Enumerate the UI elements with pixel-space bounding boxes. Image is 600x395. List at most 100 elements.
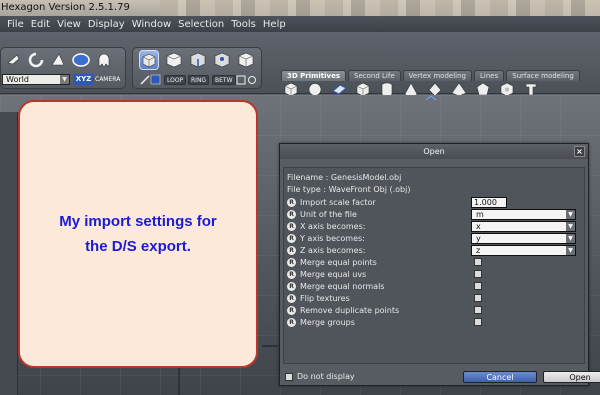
chevron-down-icon: ▼ [566, 246, 575, 255]
menu-window[interactable]: Window [132, 19, 171, 30]
chevron-down-icon: ▼ [566, 234, 575, 243]
reset-badge-icon[interactable]: R [287, 258, 296, 267]
reset-badge-icon[interactable]: R [287, 234, 296, 243]
option-checkbox[interactable] [474, 306, 482, 314]
floor-edge [262, 345, 278, 347]
left-side-panel [0, 112, 18, 395]
cancel-button[interactable]: Cancel [463, 371, 537, 383]
rotate-icon[interactable] [27, 51, 45, 69]
reset-badge-icon[interactable]: R [287, 318, 296, 327]
close-icon[interactable]: × [574, 146, 585, 157]
option-label: Unit of the file [300, 210, 357, 219]
menu-edit[interactable]: Edit [31, 19, 50, 30]
open-dialog: Open × Filename : GenesisModel.obj File … [279, 143, 600, 386]
option-label: Merge equal points [300, 258, 377, 267]
open-button[interactable]: Open [543, 371, 600, 383]
option-row: RY axis becomes: y ▼ [287, 233, 583, 245]
option-row: R Unit of the file m ▼ [287, 209, 583, 221]
option-select[interactable]: x ▼ [471, 221, 576, 232]
option-label: Merge groups [300, 318, 355, 327]
option-checkbox[interactable] [474, 318, 482, 326]
option-label: Merge equal normals [300, 282, 385, 291]
option-row: R Merge groups [287, 317, 583, 329]
xyz-button[interactable]: XYZ [73, 74, 94, 85]
reset-badge-icon[interactable]: R [287, 198, 296, 207]
filetype-text: File type : WaveFront Obj (.obj) [287, 185, 411, 194]
reset-badge-icon[interactable]: R [287, 294, 296, 303]
reset-badge-icon[interactable]: R [287, 270, 296, 279]
ring-button[interactable]: RING [188, 75, 210, 85]
loop-button[interactable]: LOOP [164, 75, 187, 85]
option-label: X axis becomes: [300, 222, 366, 231]
menu-bar: File Edit View Display Window Selection … [0, 16, 600, 32]
option-label: Y axis becomes: [300, 234, 365, 243]
option-row: R X axis becomes: x ▼ [287, 221, 583, 233]
option-checkbox[interactable] [474, 294, 482, 302]
camera-button[interactable]: CAMERA [95, 74, 120, 85]
option-checkbox[interactable] [474, 282, 482, 290]
palette-tabs: 3D Primitives Second Life Vertex modelin… [281, 70, 600, 81]
move-icon[interactable] [5, 51, 23, 69]
do-not-display-label: Do not display [297, 372, 355, 381]
toolbar: World ▼ XYZ CAMERA LOOP RING BETW 3D Prim… [0, 32, 600, 97]
annotation-text: My import settings for the D/S export. [59, 213, 217, 255]
annotation-callout: My import settings for the D/S export. [18, 100, 258, 368]
universal-manipulator-icon[interactable] [71, 50, 91, 70]
menu-help[interactable]: Help [263, 19, 286, 30]
edge-select-icon[interactable] [189, 51, 207, 69]
reset-badge-icon[interactable]: R [287, 210, 296, 219]
reset-badge-icon[interactable]: R [287, 306, 296, 315]
paint-select-icon[interactable] [150, 74, 161, 85]
title-bar-decoration [160, 0, 600, 16]
option-label: Merge equal uvs [300, 270, 367, 279]
ghost-icon[interactable] [95, 51, 113, 69]
tab-surface-modeling[interactable]: Surface modeling [506, 70, 580, 81]
reset-badge-icon[interactable]: R [287, 282, 296, 291]
face-select-icon[interactable] [165, 51, 183, 69]
coordinate-space-value: World [6, 75, 29, 84]
option-select-value: z [476, 246, 481, 255]
object-select-icon[interactable] [237, 51, 255, 69]
menu-tools[interactable]: Tools [231, 19, 256, 30]
tab-3d-primitives[interactable]: 3D Primitives [281, 70, 347, 81]
primitives-palette [281, 81, 600, 97]
option-label: Remove duplicate points [300, 306, 400, 315]
cube-icon [142, 53, 156, 68]
import-options-panel: Filename : GenesisModel.obj File type : … [283, 167, 585, 364]
option-select-value: y [476, 234, 481, 243]
option-label: Flip textures [300, 294, 350, 303]
menu-view[interactable]: View [57, 19, 81, 30]
option-select[interactable]: z ▼ [471, 245, 576, 256]
option-row: R Remove duplicate points [287, 305, 583, 317]
do-not-display-checkbox[interactable] [285, 373, 293, 381]
option-select-value: x [476, 222, 481, 231]
reset-badge-icon[interactable]: R [287, 246, 296, 255]
tab-vertex-modeling[interactable]: Vertex modeling [402, 70, 472, 81]
reset-badge-icon[interactable]: R [287, 222, 296, 231]
option-checkbox[interactable] [474, 258, 482, 266]
select-cube-button[interactable] [139, 50, 159, 70]
menu-display[interactable]: Display [88, 19, 125, 30]
window-title: Hexagon Version 2.5.1.79 [1, 2, 130, 13]
option-select[interactable]: y ▼ [471, 233, 576, 244]
menu-selection[interactable]: Selection [178, 19, 224, 30]
coordinate-space-select[interactable]: World ▼ [2, 74, 70, 85]
tab-second-life[interactable]: Second Life [348, 70, 401, 81]
option-select[interactable]: m ▼ [471, 209, 576, 220]
lasso-icon[interactable] [140, 74, 150, 85]
option-row: R Import scale factor 1.000 [287, 197, 583, 209]
vertex-select-icon[interactable] [213, 51, 231, 69]
chevron-down-icon: ▼ [60, 75, 69, 84]
option-row: R Merge equal points [287, 257, 583, 269]
grow-selection-icon[interactable] [236, 75, 246, 85]
menu-file[interactable]: File [7, 19, 24, 30]
window-title-bar: Hexagon Version 2.5.1.79 [0, 0, 600, 16]
between-button[interactable]: BETW [212, 75, 236, 85]
filename-text: Filename : GenesisModel.obj [287, 173, 402, 182]
option-checkbox[interactable] [474, 270, 482, 278]
scale-factor-input[interactable]: 1.000 [471, 197, 507, 208]
tab-lines[interactable]: Lines [474, 70, 505, 81]
viewport-marker-icon [425, 95, 437, 101]
shrink-selection-icon[interactable] [247, 75, 257, 85]
scale-icon[interactable] [49, 51, 67, 69]
